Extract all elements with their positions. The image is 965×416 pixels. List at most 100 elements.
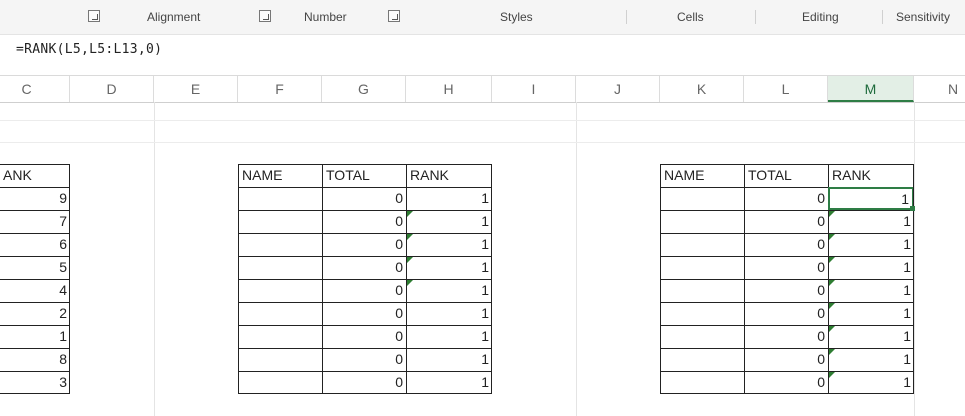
name-cell[interactable]: [238, 233, 322, 256]
ribbon-group-editing[interactable]: Editing: [802, 10, 839, 24]
ribbon-group-sensitivity[interactable]: Sensitivity: [896, 10, 950, 24]
rank-cell[interactable]: 1: [828, 210, 914, 233]
error-indicator-icon[interactable]: [407, 211, 413, 217]
rank-cell[interactable]: 1: [828, 233, 914, 256]
error-indicator-icon[interactable]: [407, 280, 413, 286]
rank-cell[interactable]: 1: [828, 371, 914, 394]
total-cell[interactable]: 0: [322, 348, 406, 371]
total-cell[interactable]: 0: [744, 233, 828, 256]
error-indicator-icon[interactable]: [407, 257, 413, 263]
rank-cell[interactable]: 6: [0, 233, 70, 256]
rank-cell[interactable]: 1: [828, 302, 914, 325]
total-header[interactable]: TOTAL: [744, 164, 828, 187]
rank-cell[interactable]: 9: [0, 187, 70, 210]
rank-header[interactable]: RANK: [406, 164, 492, 187]
error-indicator-icon[interactable]: [829, 349, 835, 355]
column-header-n[interactable]: N: [914, 76, 965, 102]
rank-header[interactable]: RANK: [828, 164, 914, 187]
column-header-e[interactable]: E: [154, 76, 238, 102]
column-header-m[interactable]: M: [828, 76, 914, 102]
error-indicator-icon[interactable]: [407, 234, 413, 240]
column-header-c[interactable]: C: [0, 76, 70, 102]
column-header-g[interactable]: G: [322, 76, 406, 102]
total-cell[interactable]: 0: [322, 325, 406, 348]
number-dialog-launcher-icon[interactable]: [388, 10, 400, 22]
error-indicator-icon[interactable]: [829, 372, 835, 378]
column-header-l[interactable]: L: [744, 76, 828, 102]
rank-cell[interactable]: 1: [406, 325, 492, 348]
total-cell[interactable]: 0: [322, 233, 406, 256]
rank-cell[interactable]: 1: [406, 279, 492, 302]
column-header-k[interactable]: K: [660, 76, 744, 102]
rank-cell[interactable]: 1: [406, 348, 492, 371]
rank-cell[interactable]: 1: [828, 279, 914, 302]
error-indicator-icon[interactable]: [829, 303, 835, 309]
error-indicator-icon[interactable]: [829, 234, 835, 240]
total-cell[interactable]: 0: [322, 256, 406, 279]
rank-cell[interactable]: 1: [0, 325, 70, 348]
alignment-dialog-launcher-icon[interactable]: [259, 10, 271, 22]
error-indicator-icon[interactable]: [829, 211, 835, 217]
name-cell[interactable]: [660, 302, 744, 325]
active-rank-cell[interactable]: 1: [828, 187, 914, 210]
name-cell[interactable]: [660, 256, 744, 279]
rank-cell[interactable]: 1: [828, 325, 914, 348]
rank-cell[interactable]: 2: [0, 302, 70, 325]
name-cell[interactable]: [660, 210, 744, 233]
total-cell[interactable]: 0: [744, 210, 828, 233]
rank-cell[interactable]: 1: [406, 233, 492, 256]
ribbon-group-cells[interactable]: Cells: [677, 10, 704, 24]
total-cell[interactable]: 0: [322, 210, 406, 233]
total-cell[interactable]: 0: [744, 187, 828, 210]
name-cell[interactable]: [660, 348, 744, 371]
column-header-d[interactable]: D: [70, 76, 154, 102]
name-cell[interactable]: [660, 325, 744, 348]
name-cell[interactable]: [238, 302, 322, 325]
name-header[interactable]: NAME: [238, 164, 322, 187]
rank-cell[interactable]: 1: [828, 348, 914, 371]
rank-cell[interactable]: 1: [406, 371, 492, 394]
rank-cell[interactable]: 1: [406, 256, 492, 279]
rank-cell[interactable]: 4: [0, 279, 70, 302]
total-cell[interactable]: 0: [322, 279, 406, 302]
total-cell[interactable]: 0: [744, 256, 828, 279]
total-cell[interactable]: 0: [744, 302, 828, 325]
error-indicator-icon[interactable]: [829, 257, 835, 263]
name-header[interactable]: NAME: [660, 164, 744, 187]
error-indicator-icon[interactable]: [829, 280, 835, 286]
rank-header[interactable]: ANK: [0, 164, 70, 187]
total-cell[interactable]: 0: [744, 325, 828, 348]
total-cell[interactable]: 0: [322, 302, 406, 325]
total-cell[interactable]: 0: [744, 279, 828, 302]
ribbon-group-number[interactable]: Number: [304, 10, 347, 24]
name-cell[interactable]: [660, 187, 744, 210]
total-cell[interactable]: 0: [744, 348, 828, 371]
total-header[interactable]: TOTAL: [322, 164, 406, 187]
total-cell[interactable]: 0: [744, 371, 828, 394]
ribbon-group-alignment[interactable]: Alignment: [147, 10, 200, 24]
rank-cell[interactable]: 1: [406, 187, 492, 210]
name-cell[interactable]: [660, 233, 744, 256]
column-header-h[interactable]: H: [406, 76, 492, 102]
rank-cell[interactable]: 1: [828, 256, 914, 279]
total-cell[interactable]: 0: [322, 371, 406, 394]
name-cell[interactable]: [238, 210, 322, 233]
error-indicator-icon[interactable]: [829, 326, 835, 332]
name-cell[interactable]: [238, 348, 322, 371]
rank-cell[interactable]: 7: [0, 210, 70, 233]
name-cell[interactable]: [238, 325, 322, 348]
column-header-f[interactable]: F: [238, 76, 322, 102]
rank-cell[interactable]: 3: [0, 371, 70, 394]
name-cell[interactable]: [660, 279, 744, 302]
name-cell[interactable]: [238, 279, 322, 302]
font-dialog-launcher-icon[interactable]: [88, 10, 100, 22]
column-header-j[interactable]: J: [576, 76, 660, 102]
rank-cell[interactable]: 8: [0, 348, 70, 371]
name-cell[interactable]: [238, 371, 322, 394]
column-header-i[interactable]: I: [492, 76, 576, 102]
formula-text[interactable]: =RANK(L5,L5:L13,0): [16, 42, 162, 57]
fill-handle[interactable]: [910, 206, 915, 211]
name-cell[interactable]: [238, 187, 322, 210]
rank-cell[interactable]: 1: [406, 210, 492, 233]
rank-cell[interactable]: 1: [406, 302, 492, 325]
